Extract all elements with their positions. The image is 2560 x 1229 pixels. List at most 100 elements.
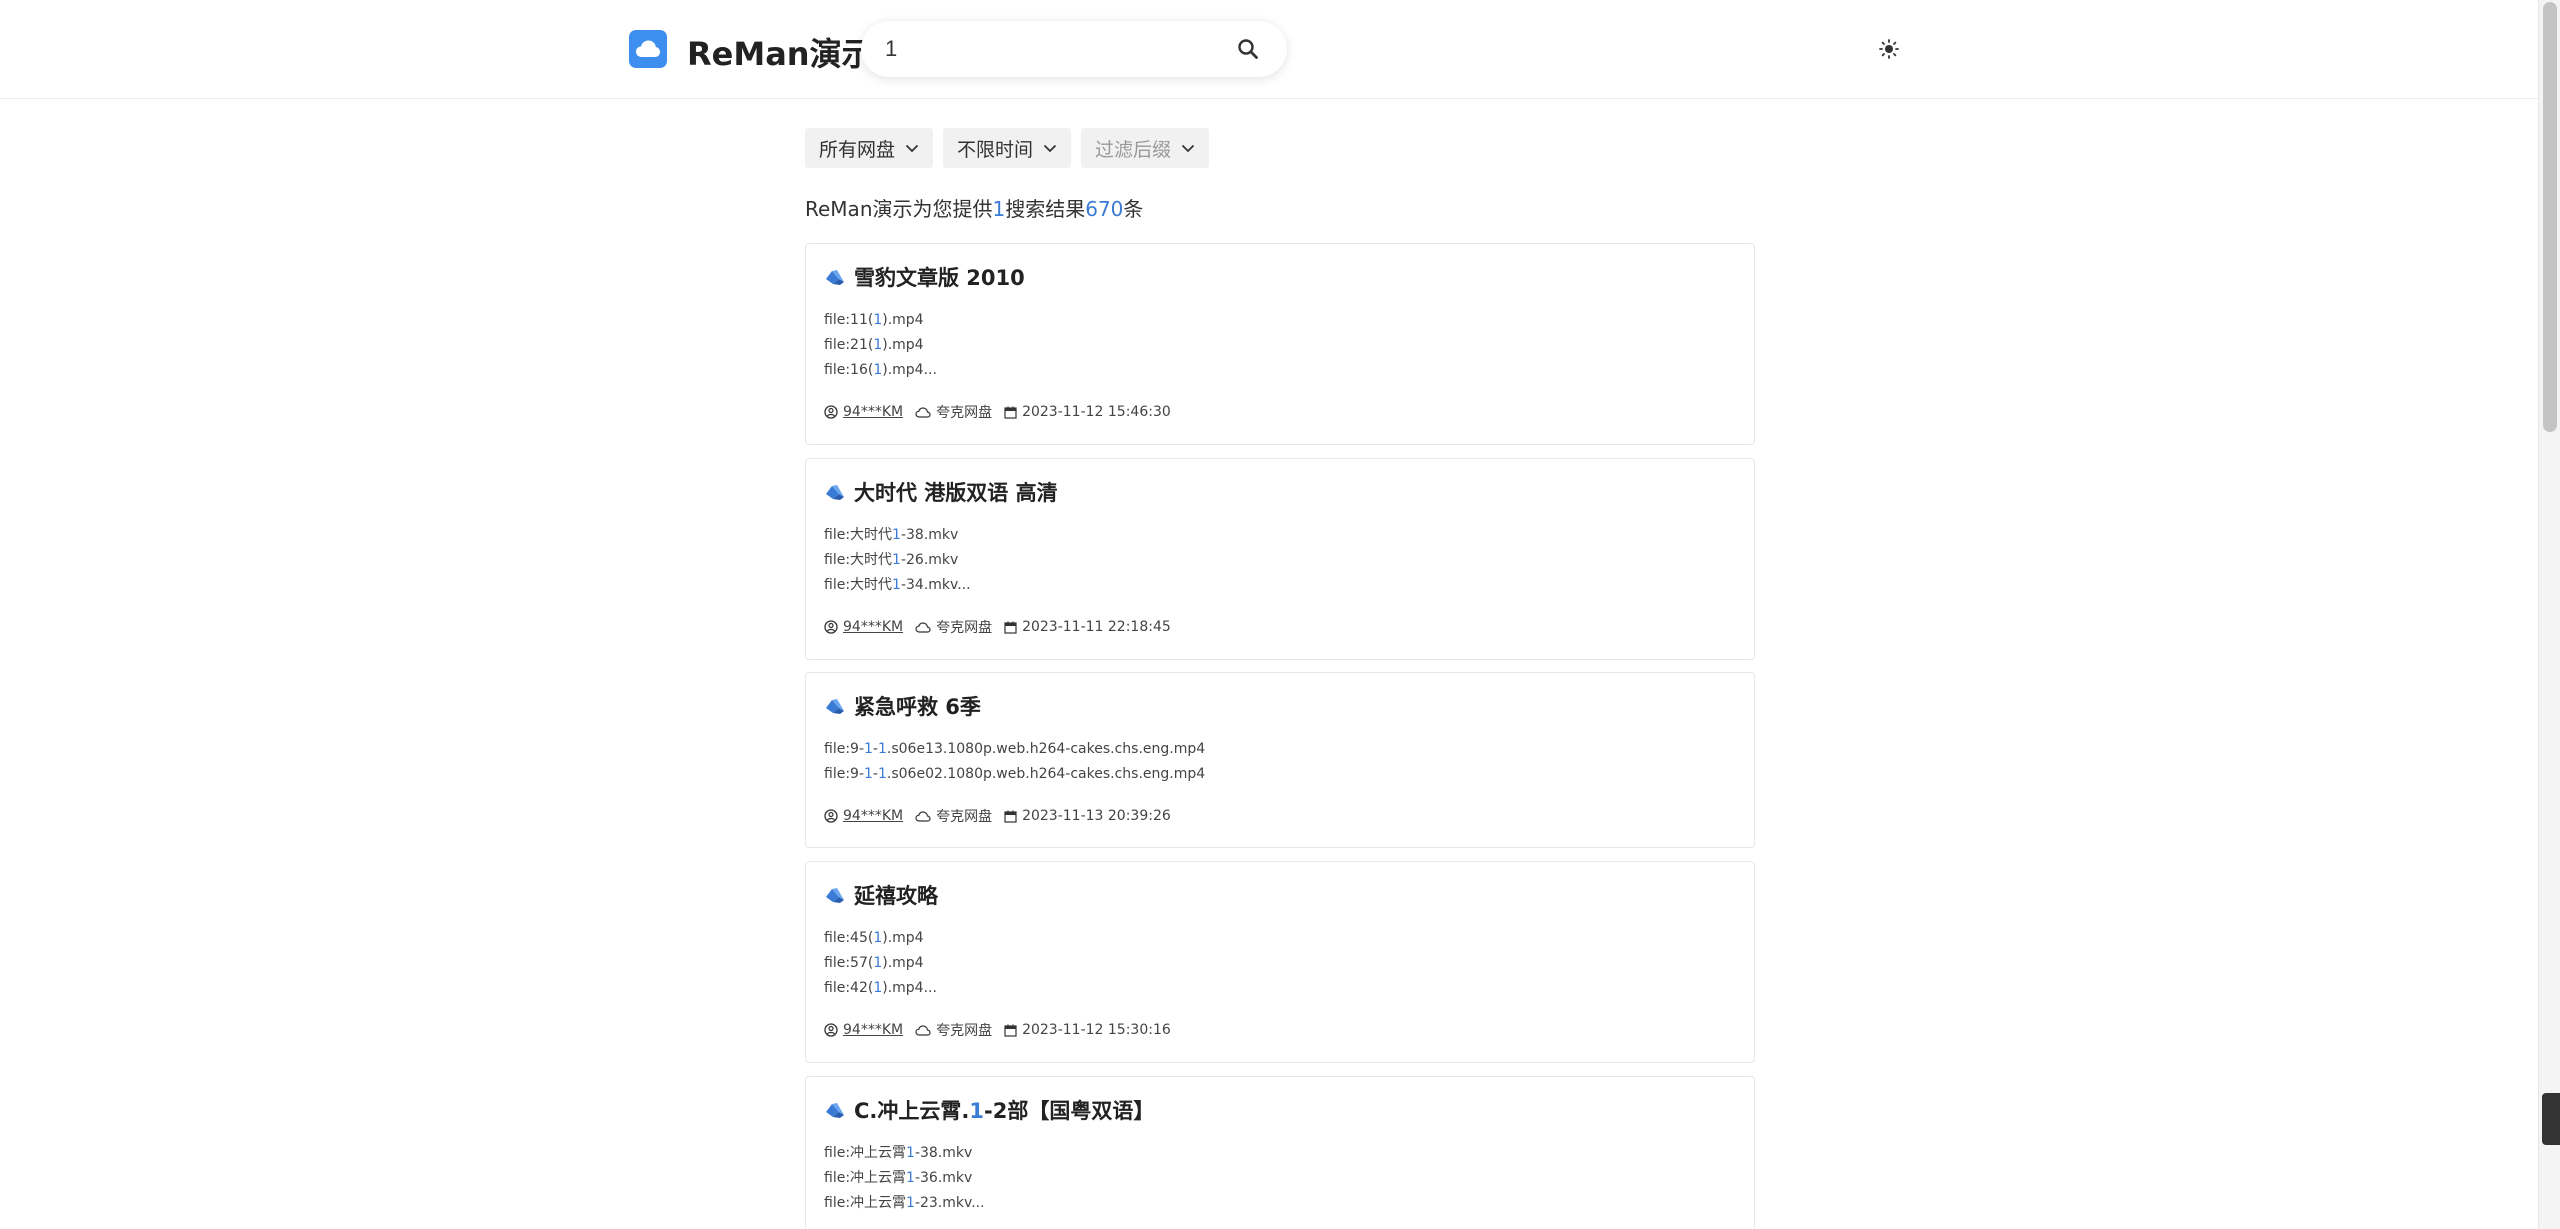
search-bar xyxy=(861,21,1287,77)
result-card[interactable]: C.冲上云霄.1-2部【国粤双语】 file:冲上云霄1-38.mkv file… xyxy=(805,1076,1755,1229)
result-meta: 94***KM 夸克网盘 2023-11-11 22:18:45 xyxy=(824,617,1183,637)
quark-drive-icon xyxy=(826,1103,844,1118)
meta-disk: 夸克网盘 xyxy=(915,1020,992,1040)
file-list: file:45(1).mp4 file:57(1).mp4 file:42(1)… xyxy=(824,926,937,1001)
result-title-text: 延禧攻略 xyxy=(854,884,938,908)
file-line: file:大时代1-38.mkv xyxy=(824,523,971,548)
result-card[interactable]: 大时代 港版双语 高清 file:大时代1-38.mkv file:大时代1-2… xyxy=(805,458,1755,660)
summary-mid: 搜索结果 xyxy=(1005,197,1086,221)
result-meta: 94***KM 夸克网盘 2023-11-12 15:46:30 xyxy=(824,402,1183,422)
file-list: file:11(1).mp4 file:21(1).mp4 file:16(1)… xyxy=(824,308,937,383)
file-match: 1 xyxy=(873,337,883,353)
file-match: 1 xyxy=(892,552,901,568)
result-title[interactable]: 雪豹文章版 2010 xyxy=(824,262,1025,292)
file-list: file:大时代1-38.mkv file:大时代1-26.mkv file:大… xyxy=(824,523,971,598)
file-text: file:冲上云霄 xyxy=(824,1195,907,1211)
file-match: 1 xyxy=(873,980,883,996)
search-input[interactable] xyxy=(885,31,1215,67)
summary-prefix: ReMan演示为您提供 xyxy=(805,197,993,221)
file-line: file:冲上云霄1-23.mkv... xyxy=(824,1191,985,1216)
disk-name: 夸克网盘 xyxy=(936,620,993,636)
title-text: -2部【国粤双语】 xyxy=(984,1099,1155,1123)
file-match: 1 xyxy=(877,766,887,782)
file-match: 1 xyxy=(892,527,901,543)
result-title[interactable]: 大时代 港版双语 高清 xyxy=(824,477,1058,507)
meta-user: 94***KM xyxy=(824,404,903,420)
search-icon[interactable] xyxy=(1234,35,1262,63)
file-match: 1 xyxy=(873,955,883,971)
meta-date: 2023-11-13 20:39:26 xyxy=(1004,808,1171,824)
user-icon xyxy=(824,620,838,634)
disk-name: 夸克网盘 xyxy=(936,1023,993,1039)
logo-cloud-icon[interactable] xyxy=(629,30,667,68)
file-text: file:大时代 xyxy=(824,527,893,543)
meta-user: 94***KM xyxy=(824,808,903,824)
user-link[interactable]: 94***KM xyxy=(843,808,903,824)
user-link[interactable]: 94***KM xyxy=(843,1022,903,1038)
user-icon xyxy=(824,809,838,823)
result-title[interactable]: 延禧攻略 xyxy=(824,880,938,910)
title-match: 1 xyxy=(969,1099,984,1123)
calendar-icon xyxy=(1004,406,1017,419)
result-meta: 94***KM 夸克网盘 2023-11-12 15:30:16 xyxy=(824,1020,1183,1040)
meta-disk: 夸克网盘 xyxy=(915,806,992,826)
filter-suffix-dropdown[interactable]: 过滤后缀 xyxy=(1081,128,1210,168)
file-match: 1 xyxy=(873,312,883,328)
brand-title[interactable]: ReMan演示 xyxy=(687,29,874,75)
calendar-icon xyxy=(1004,810,1017,823)
disk-name: 夸克网盘 xyxy=(936,809,993,825)
date-text: 2023-11-12 15:46:30 xyxy=(1022,404,1171,420)
quark-drive-icon xyxy=(826,888,844,903)
file-text: -26.mkv xyxy=(900,552,959,568)
result-card[interactable]: 延禧攻略 file:45(1).mp4 file:57(1).mp4 file:… xyxy=(805,861,1755,1063)
summary-query: 1 xyxy=(992,197,1006,221)
file-text: ).mp4... xyxy=(882,362,937,378)
filter-disk-dropdown[interactable]: 所有网盘 xyxy=(805,128,934,168)
disk-name: 夸克网盘 xyxy=(936,405,993,421)
chevron-down-icon xyxy=(905,144,919,152)
sun-icon[interactable] xyxy=(1876,36,1902,62)
user-link[interactable]: 94***KM xyxy=(843,619,903,635)
filter-time-dropdown[interactable]: 不限时间 xyxy=(943,128,1072,168)
file-text: ).mp4... xyxy=(882,980,937,996)
cloud-outline-icon xyxy=(915,621,931,633)
file-text: file:冲上云霄 xyxy=(824,1145,907,1161)
file-line: file:45(1).mp4 xyxy=(824,926,937,951)
chevron-down-icon xyxy=(1043,144,1057,152)
file-text: file:45( xyxy=(824,930,874,946)
file-text: file:大时代 xyxy=(824,552,893,568)
file-line: file:大时代1-26.mkv xyxy=(824,548,971,573)
filter-bar: 所有网盘 不限时间 过滤后缀 xyxy=(805,128,1210,168)
cloud-outline-icon xyxy=(915,1024,931,1036)
file-text: file:57( xyxy=(824,955,874,971)
filter-time-label: 不限时间 xyxy=(957,138,1034,161)
calendar-icon xyxy=(1004,621,1017,634)
result-title[interactable]: 紧急呼救 6季 xyxy=(824,691,981,721)
file-line: file:57(1).mp4 xyxy=(824,951,937,976)
file-match: 1 xyxy=(864,766,873,782)
result-card[interactable]: 紧急呼救 6季 file:9-1-1.s06e13.1080p.web.h264… xyxy=(805,672,1755,848)
date-text: 2023-11-12 15:30:16 xyxy=(1022,1022,1171,1038)
top-header: ReMan演示 xyxy=(0,0,2538,99)
file-text: file:大时代 xyxy=(824,577,893,593)
file-list: file:9-1-1.s06e13.1080p.web.h264-cakes.c… xyxy=(824,737,1205,787)
result-title-text: 紧急呼救 6季 xyxy=(854,695,981,719)
scrollbar-thumb[interactable] xyxy=(2543,2,2557,432)
quark-drive-icon xyxy=(826,485,844,500)
user-link[interactable]: 94***KM xyxy=(843,404,903,420)
file-line: file:大时代1-34.mkv... xyxy=(824,573,971,598)
file-line: file:42(1).mp4... xyxy=(824,976,937,1001)
file-line: file:9-1-1.s06e13.1080p.web.h264-cakes.c… xyxy=(824,737,1205,762)
meta-disk: 夸克网盘 xyxy=(915,402,992,422)
file-text: file:21( xyxy=(824,337,874,353)
result-title[interactable]: C.冲上云霄.1-2部【国粤双语】 xyxy=(824,1095,1154,1125)
result-summary: ReMan演示为您提供1搜索结果670条 xyxy=(805,193,1143,222)
file-line: file:21(1).mp4 xyxy=(824,333,937,358)
quark-drive-icon xyxy=(826,270,844,285)
page-scrollbar[interactable] xyxy=(2538,0,2560,1229)
floating-tool-tab[interactable] xyxy=(2542,1093,2560,1145)
meta-user: 94***KM xyxy=(824,1022,903,1038)
file-line: file:冲上云霄1-36.mkv xyxy=(824,1166,985,1191)
result-card[interactable]: 雪豹文章版 2010 file:11(1).mp4 file:21(1).mp4… xyxy=(805,243,1755,445)
cloud-outline-icon xyxy=(915,406,931,418)
